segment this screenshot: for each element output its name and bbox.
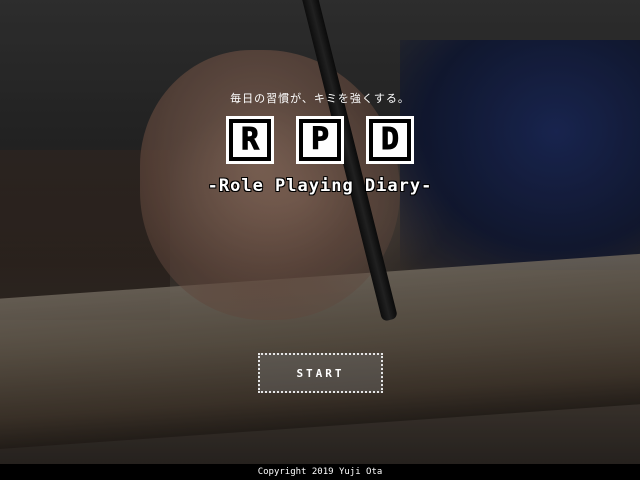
start-button[interactable]: START (258, 353, 383, 393)
tagline: 毎日の習慣が、キミを強くする。 (230, 92, 410, 105)
logo-letter: D (380, 122, 400, 157)
footer: Copyright 2019 Yuji Ota (0, 464, 640, 480)
logo-letter: R (240, 122, 260, 157)
background-overlay (0, 0, 640, 480)
title-screen: 毎日の習慣が、キミを強くする。 R P D -Role Playing Diar… (0, 0, 640, 480)
game-logo: R P D (0, 116, 640, 164)
start-button-label: START (296, 366, 345, 380)
logo-letter: P (310, 122, 330, 157)
game-subtitle: -Role Playing Diary- (207, 176, 433, 196)
logo-tile-d: D (366, 116, 414, 164)
logo-tile-r: R (226, 116, 274, 164)
copyright-text: Copyright 2019 Yuji Ota (257, 467, 383, 477)
logo-tile-p: P (296, 116, 344, 164)
